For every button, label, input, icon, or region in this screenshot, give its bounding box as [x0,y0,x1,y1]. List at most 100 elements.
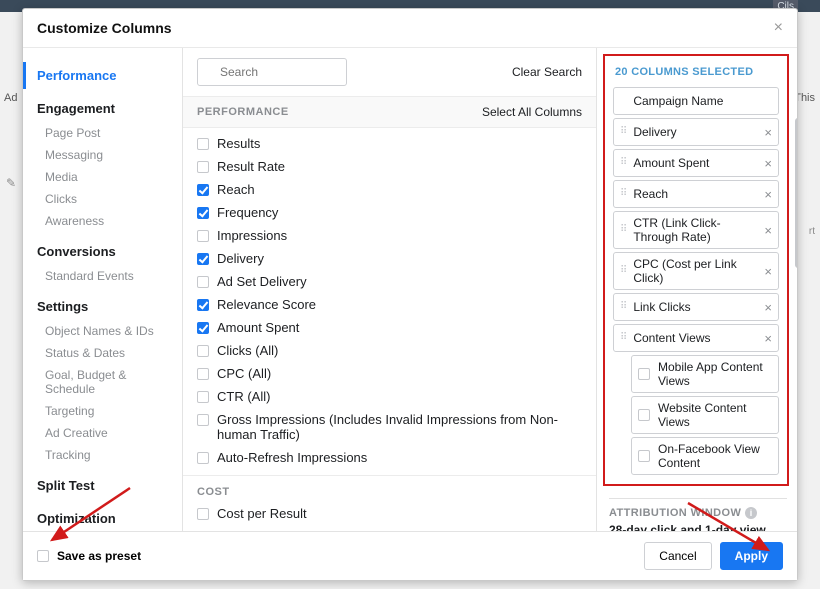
checkbox[interactable] [197,345,209,357]
checkbox[interactable] [197,161,209,173]
remove-icon[interactable]: × [758,264,772,279]
nav-standard-events[interactable]: Standard Events [23,265,182,287]
nav-tracking[interactable]: Tracking [23,444,182,466]
drag-grip-icon[interactable]: ⠿ [620,334,627,342]
checkbox[interactable] [638,450,650,462]
selected-label: Content Views [633,331,758,345]
nav-split-test[interactable]: Split Test [23,472,182,499]
nav-targeting[interactable]: Targeting [23,400,182,422]
selected-columns-panel: 20 COLUMNS SELECTED ⠿Campaign Name⠿Deliv… [597,48,797,531]
checkbox[interactable] [638,368,650,380]
nav-object-names-ids[interactable]: Object Names & IDs [23,320,182,342]
nav-media[interactable]: Media [23,166,182,188]
close-icon[interactable]: × [774,19,783,37]
checkbox[interactable] [638,409,650,421]
nav-engagement[interactable]: Engagement [23,95,182,122]
metric-clicks-all-[interactable]: Clicks (All) [183,339,596,362]
section-title-cost: COST [183,475,596,502]
cancel-button[interactable]: Cancel [644,542,711,570]
select-all-columns-link[interactable]: Select All Columns [482,105,582,119]
metric-reach[interactable]: Reach [183,178,596,201]
nav-settings[interactable]: Settings [23,293,182,320]
remove-icon[interactable]: × [758,331,772,346]
remove-icon[interactable]: × [758,125,772,140]
metric-cpc-all-[interactable]: CPC (All) [183,362,596,385]
metric-ctr-all-[interactable]: CTR (All) [183,385,596,408]
nav-page-post[interactable]: Page Post [23,122,182,144]
drag-grip-icon[interactable]: ⠿ [620,128,627,136]
metric-impressions[interactable]: Impressions [183,224,596,247]
info-icon[interactable]: i [745,507,757,519]
checkbox[interactable] [197,207,209,219]
selected-delivery[interactable]: ⠿Delivery× [613,118,779,146]
metric-relevance-score[interactable]: Relevance Score [183,293,596,316]
metric-label: Reach [217,182,255,197]
metric-auto-refresh-impressions[interactable]: Auto-Refresh Impressions [183,446,596,469]
metric-frequency[interactable]: Frequency [183,201,596,224]
drag-grip-icon[interactable]: ⠿ [620,303,627,311]
selected-sub-on-facebook-view-content[interactable]: On-Facebook View Content [631,437,779,475]
remove-icon[interactable]: × [758,187,772,202]
checkbox[interactable] [197,452,209,464]
metric-amount-spent[interactable]: Amount Spent [183,316,596,339]
metric-label: Relevance Score [217,297,316,312]
nav-conversions[interactable]: Conversions [23,238,182,265]
remove-icon[interactable]: × [758,223,772,238]
metric-label: Clicks (All) [217,343,278,358]
section-header-performance: PERFORMANCE Select All Columns [183,96,596,128]
selected-ctr-link-click-through-rate-[interactable]: ⠿CTR (Link Click-Through Rate)× [613,211,779,249]
clear-search-link[interactable]: Clear Search [512,65,582,79]
checkbox[interactable] [197,508,209,520]
selected-reach[interactable]: ⠿ Reach× [613,180,779,208]
checkbox[interactable] [197,184,209,196]
checkbox[interactable] [197,138,209,150]
metric-cost-per-result[interactable]: Cost per Result [183,502,596,525]
drag-grip-icon[interactable]: ⠿ [620,159,627,167]
checkbox[interactable] [197,391,209,403]
selected-label: Reach [633,187,758,201]
checkbox[interactable] [197,414,209,426]
nav-messaging[interactable]: Messaging [23,144,182,166]
metric-delivery[interactable]: Delivery [183,247,596,270]
search-input[interactable] [197,58,347,86]
selected-sub-mobile-app-content-views[interactable]: Mobile App Content Views [631,355,779,393]
selected-sub-website-content-views[interactable]: Website Content Views [631,396,779,434]
selected-amount-spent[interactable]: ⠿Amount Spent× [613,149,779,177]
selected-content-views[interactable]: ⠿ Content Views× [613,324,779,352]
save-as-preset[interactable]: Save as preset [37,549,141,563]
selected-link-clicks[interactable]: ⠿ Link Clicks× [613,293,779,321]
drag-grip-icon[interactable]: ⠿ [620,226,627,234]
metric-result-rate[interactable]: Result Rate [183,155,596,178]
apply-button[interactable]: Apply [720,542,783,570]
checkbox[interactable] [197,322,209,334]
nav-clicks[interactable]: Clicks [23,188,182,210]
nav-performance[interactable]: Performance [23,62,182,89]
nav-awareness[interactable]: Awareness [23,210,182,232]
selected-label: Link Clicks [633,300,758,314]
attribution-window: ATTRIBUTION WINDOW i 28-day click and 1-… [609,498,787,531]
selected-sub-label: Mobile App Content Views [658,360,772,388]
metric-ad-set-delivery[interactable]: Ad Set Delivery [183,270,596,293]
checkbox[interactable] [197,276,209,288]
nav-optimization[interactable]: Optimization [23,505,182,531]
selected-campaign-name[interactable]: ⠿Campaign Name [613,87,779,115]
nav-goal-budget-schedule[interactable]: Goal, Budget & Schedule [23,364,182,400]
selected-count: 20 [615,66,628,78]
remove-icon[interactable]: × [758,156,772,171]
drag-grip-icon[interactable]: ⠿ [620,267,627,275]
remove-icon[interactable]: × [758,300,772,315]
checkbox[interactable] [197,299,209,311]
scrollbar[interactable] [795,118,797,268]
save-preset-checkbox[interactable] [37,550,49,562]
selected-cpc-cost-per-link-click-[interactable]: ⠿CPC (Cost per Link Click)× [613,252,779,290]
metric-label: Amount Spent [217,320,299,335]
checkbox[interactable] [197,368,209,380]
metric-label: Auto-Refresh Impressions [217,450,367,465]
nav-ad-creative[interactable]: Ad Creative [23,422,182,444]
metric-gross-impressions-includes-invalid-impressions-from-non-human-traffic-[interactable]: Gross Impressions (Includes Invalid Impr… [183,408,596,446]
metric-results[interactable]: Results [183,132,596,155]
drag-grip-icon[interactable]: ⠿ [620,190,627,198]
checkbox[interactable] [197,230,209,242]
checkbox[interactable] [197,253,209,265]
nav-status-dates[interactable]: Status & Dates [23,342,182,364]
